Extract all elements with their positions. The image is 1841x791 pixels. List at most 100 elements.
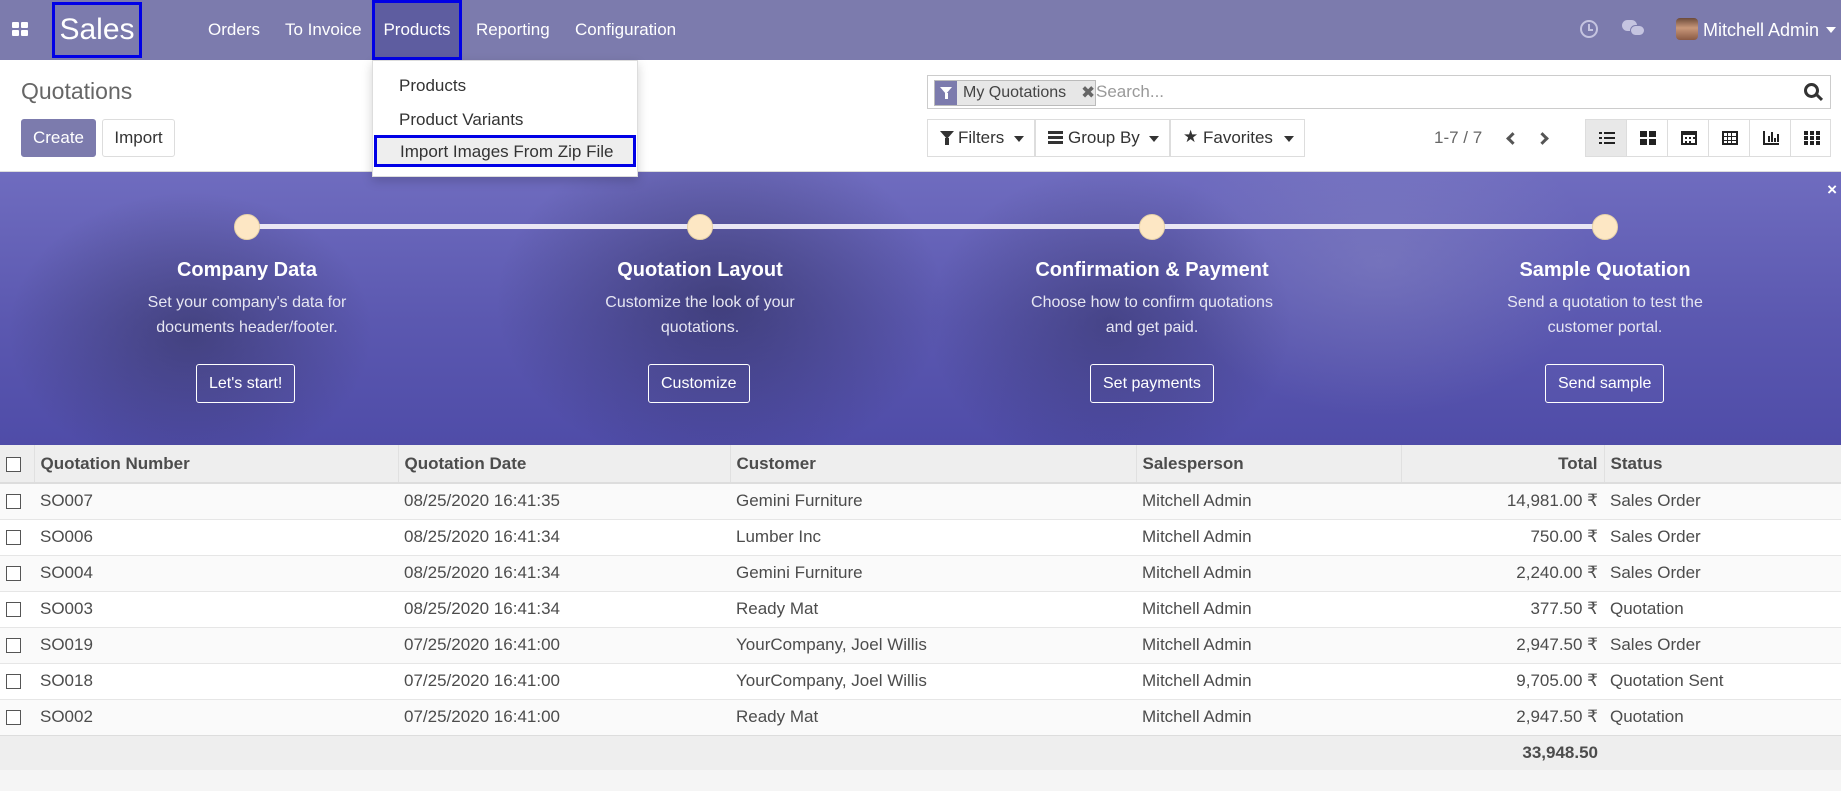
messages-chat-icon[interactable]	[1622, 20, 1646, 38]
row-select-cell[interactable]	[0, 482, 34, 519]
cell-quotation-date: 07/25/2020 16:41:00	[398, 698, 730, 735]
user-menu-caret-icon[interactable]	[1826, 27, 1836, 33]
set-payments-button[interactable]: Set payments	[1090, 364, 1214, 403]
step-desc-line: Set your company's data for	[147, 294, 347, 311]
menu-configuration[interactable]: Configuration	[575, 0, 676, 60]
row-checkbox[interactable]	[6, 638, 21, 654]
menu-orders[interactable]: Orders	[208, 0, 260, 60]
cell-quotation-number: SO006	[34, 518, 398, 555]
column-header-customer[interactable]: Customer	[729, 445, 1136, 484]
cell-customer: Ready Mat	[730, 698, 1136, 735]
column-header-date[interactable]: Quotation Date	[397, 445, 730, 484]
cell-total: 2,240.00 ₹	[1401, 554, 1604, 591]
table-body: SO007 08/25/2020 16:41:35 Gemini Furniture…	[0, 482, 1841, 735]
table-row[interactable]: SO002 07/25/2020 16:41:00 Ready Mat Mitchel…	[0, 698, 1841, 735]
step-desc-line: Send a quotation to test the	[1507, 294, 1703, 311]
table-row[interactable]: SO006 08/25/2020 16:41:34 Lumber Inc Mitche…	[0, 518, 1841, 555]
progress-track	[247, 224, 1605, 229]
cell-quotation-number: SO018	[34, 662, 398, 699]
dropdown-item-import-images-zip[interactable]: Import Images From Zip File	[374, 135, 636, 167]
cell-total: 14,981.00 ₹	[1401, 482, 1604, 519]
select-all-header[interactable]	[0, 445, 34, 484]
cell-quotation-date: 08/25/2020 16:41:34	[398, 554, 730, 591]
table-row[interactable]: SO004 08/25/2020 16:41:34 Gemini Furniture…	[0, 554, 1841, 591]
row-select-cell[interactable]	[0, 626, 34, 663]
step-sample-quotation: Sample Quotation Send a quotation to tes…	[1455, 258, 1755, 340]
step-description: Send a quotation to test the customer po…	[1455, 290, 1755, 340]
menu-products[interactable]: Products	[372, 0, 462, 60]
calendar-view-icon	[1681, 131, 1697, 145]
filters-dropdown-button[interactable]: Filters	[927, 119, 1035, 157]
pager-previous-icon[interactable]	[1506, 132, 1519, 145]
row-checkbox[interactable]	[6, 674, 21, 690]
menu-to-invoice[interactable]: To Invoice	[285, 0, 362, 60]
apps-menu-icon[interactable]	[12, 22, 30, 38]
search-input[interactable]	[1096, 76, 1796, 108]
kanban-view-button[interactable]	[1627, 120, 1668, 156]
top-navbar: Sales Orders To Invoice Products Reporti…	[0, 0, 1841, 60]
row-checkbox[interactable]	[6, 494, 21, 510]
row-select-cell[interactable]	[0, 662, 34, 699]
lets-start-button[interactable]: Let's start!	[196, 364, 296, 403]
bars-icon	[1048, 131, 1063, 145]
group-by-dropdown-button[interactable]: Group By	[1035, 119, 1170, 157]
column-header-status[interactable]: Status	[1603, 445, 1841, 484]
send-sample-button[interactable]: Send sample	[1545, 364, 1665, 403]
row-checkbox[interactable]	[6, 530, 21, 546]
cell-total: 750.00 ₹	[1401, 518, 1604, 555]
pager-next-icon[interactable]	[1536, 132, 1549, 145]
cell-quotation-number: SO002	[34, 698, 398, 735]
dropdown-item-products[interactable]: Products	[373, 70, 637, 102]
cell-customer: YourCompany, Joel Willis	[730, 662, 1136, 699]
dropdown-item-product-variants[interactable]: Product Variants	[373, 104, 637, 136]
view-switcher	[1585, 119, 1831, 157]
cell-total: 9,705.00 ₹	[1401, 662, 1604, 699]
step-desc-line: documents header/footer.	[156, 319, 338, 336]
row-select-cell[interactable]	[0, 590, 34, 627]
menu-reporting[interactable]: Reporting	[476, 0, 550, 60]
search-bar: My Quotations ✖	[927, 75, 1831, 109]
column-header-total[interactable]: Total	[1400, 445, 1604, 484]
cell-salesperson: Mitchell Admin	[1136, 662, 1401, 699]
activity-clock-icon[interactable]	[1580, 20, 1598, 38]
pivot-view-button[interactable]	[1709, 120, 1750, 156]
calendar-view-button[interactable]	[1668, 120, 1709, 156]
create-button[interactable]: Create	[21, 119, 96, 157]
step-desc-line: quotations.	[660, 319, 740, 336]
customize-button[interactable]: Customize	[648, 364, 750, 403]
activity-view-button[interactable]	[1791, 120, 1832, 156]
chevron-down-icon	[1149, 136, 1159, 142]
cell-salesperson: Mitchell Admin	[1136, 626, 1401, 663]
cell-total: 377.50 ₹	[1401, 590, 1604, 627]
cell-customer: YourCompany, Joel Willis	[730, 626, 1136, 663]
table-row[interactable]: SO007 08/25/2020 16:41:35 Gemini Furniture…	[0, 482, 1841, 519]
import-button[interactable]: Import	[102, 119, 175, 157]
cell-status: Quotation Sent	[1604, 662, 1841, 699]
search-icon[interactable]	[1804, 83, 1824, 102]
user-avatar[interactable]	[1676, 18, 1698, 40]
pager-value[interactable]: 1-7 / 7	[1434, 119, 1482, 157]
app-brand[interactable]: Sales	[52, 2, 142, 58]
row-select-cell[interactable]	[0, 518, 34, 555]
row-checkbox[interactable]	[6, 566, 21, 582]
row-select-cell[interactable]	[0, 698, 34, 735]
select-all-checkbox[interactable]	[6, 456, 21, 472]
table-row[interactable]: SO019 07/25/2020 16:41:00 YourCompany, Joe…	[0, 626, 1841, 663]
row-checkbox[interactable]	[6, 710, 21, 726]
favorites-dropdown-button[interactable]: ★ Favorites	[1170, 119, 1305, 157]
graph-view-button[interactable]	[1750, 120, 1791, 156]
facet-remove-icon[interactable]: ✖	[1081, 81, 1095, 105]
list-view-button[interactable]	[1586, 120, 1627, 156]
column-header-salesperson[interactable]: Salesperson	[1135, 445, 1401, 484]
step-company-data: Company Data Set your company's data for…	[97, 258, 397, 340]
row-select-cell[interactable]	[0, 554, 34, 591]
close-icon[interactable]: ×	[1827, 180, 1837, 200]
footer-cell	[1136, 734, 1401, 770]
step-desc-line: customer portal.	[1547, 319, 1663, 336]
user-menu-name[interactable]: Mitchell Admin	[1703, 0, 1819, 60]
column-header-number[interactable]: Quotation Number	[33, 445, 398, 484]
row-checkbox[interactable]	[6, 602, 21, 618]
cell-status: Sales Order	[1604, 626, 1841, 663]
table-row[interactable]: SO018 07/25/2020 16:41:00 YourCompany, Joe…	[0, 662, 1841, 699]
table-row[interactable]: SO003 08/25/2020 16:41:34 Ready Mat Mitchel…	[0, 590, 1841, 627]
